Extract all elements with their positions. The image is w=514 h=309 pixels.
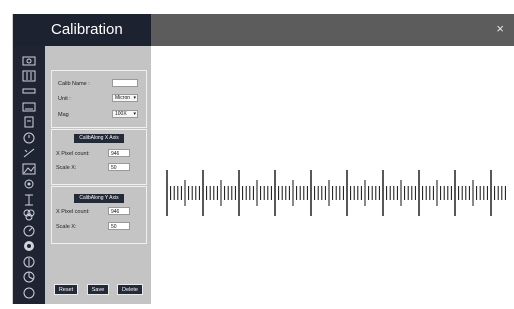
x-pixel-count-input[interactable]: 946 [108, 149, 130, 157]
unit-select[interactable]: Micron ▾ [112, 94, 138, 102]
x-pixel-count-label: X Pixel count: [56, 151, 90, 157]
layers-icon[interactable] [22, 101, 36, 113]
measure-icon[interactable] [22, 194, 36, 206]
pie-icon[interactable] [22, 271, 36, 283]
gauge-icon[interactable] [22, 225, 36, 237]
circle-icon[interactable] [22, 287, 36, 299]
circles-icon[interactable] [22, 209, 36, 221]
scale-y-input[interactable]: 50 [108, 222, 130, 230]
unit-select-value: Micron [115, 95, 131, 101]
scale-x-label: Scale X: [56, 165, 77, 171]
calibration-canvas[interactable] [151, 46, 514, 304]
delete-button[interactable]: Delete [117, 284, 143, 295]
mag-label: Mag [58, 112, 69, 118]
chevron-down-icon: ▾ [133, 111, 136, 117]
calibration-window: Calibration × Calib Name : Unit : Micron… [12, 14, 514, 304]
magic-icon[interactable] [22, 147, 36, 159]
y-axis-group: CalibAlong Y Axis X Pixel count: 946 Sca… [51, 186, 147, 244]
image-icon[interactable] [22, 163, 36, 175]
target-icon[interactable] [22, 240, 36, 252]
unit-label: Unit : [58, 96, 71, 102]
title-bar-right [151, 14, 514, 46]
chevron-down-icon: ▾ [133, 95, 136, 101]
dollar-circle-icon[interactable] [22, 256, 36, 268]
scale-x-input[interactable]: 50 [108, 163, 130, 171]
reset-button[interactable]: Reset [54, 284, 78, 295]
settings-icon[interactable] [22, 178, 36, 190]
calib-settings-group: Calib Name : Unit : Micron ▾ Mag 100X ▾ [51, 70, 147, 128]
save-button[interactable]: Save [87, 284, 109, 295]
calib-y-axis-button[interactable]: CalibAlong Y Axis [74, 194, 124, 203]
calibration-panel: Calib Name : Unit : Micron ▾ Mag 100X ▾ Ca… [45, 46, 151, 304]
tool-sidebar [13, 46, 45, 304]
ruler-icon[interactable] [22, 85, 36, 97]
x-axis-group: CalibAlong X Axis X Pixel count: 946 Sca… [51, 129, 147, 185]
scale-y-label: Scale X: [56, 224, 77, 230]
mag-select[interactable]: 100X ▾ [112, 110, 138, 118]
document-icon[interactable] [22, 116, 36, 128]
y-pixel-count-label: X Pixel count: [56, 209, 90, 215]
window-title: Calibration [51, 21, 123, 38]
y-pixel-count-input[interactable]: 946 [108, 207, 130, 215]
title-bar: Calibration × [13, 14, 514, 46]
camera-icon[interactable] [22, 54, 36, 66]
calib-name-input[interactable] [112, 79, 138, 87]
clock-icon[interactable] [22, 132, 36, 144]
calib-name-label: Calib Name : [58, 81, 90, 87]
close-icon[interactable]: × [496, 21, 504, 36]
calib-x-axis-button[interactable]: CalibAlong X Axis [74, 134, 124, 143]
ruler-scale [166, 170, 506, 216]
sliders-icon[interactable] [22, 70, 36, 82]
mag-select-value: 100X [115, 111, 127, 117]
